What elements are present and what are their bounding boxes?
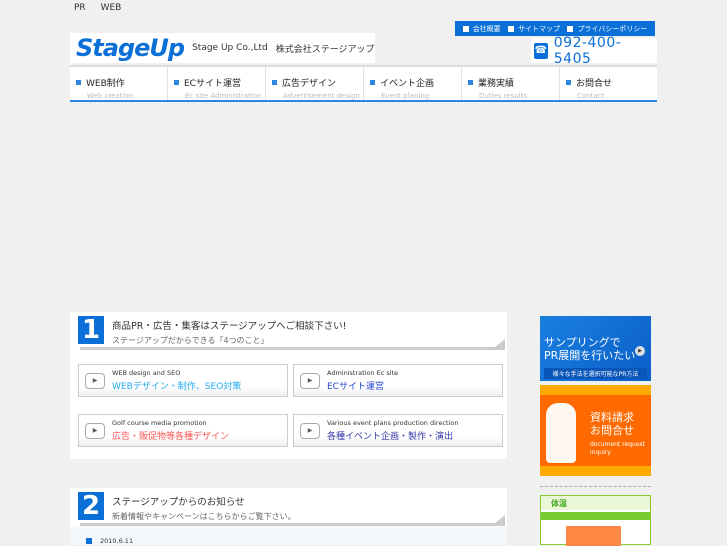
util-company[interactable]: 会社概要 — [462, 24, 501, 34]
util-privacy[interactable]: プライバシーポリシー — [567, 24, 647, 34]
bullet-icon — [508, 25, 515, 32]
nav-event[interactable]: イベント企画 Event planing — [364, 67, 462, 100]
corner-decoration — [495, 515, 505, 523]
section-number: 1 — [78, 316, 104, 344]
section-title: ステージアップからのお知らせ — [112, 497, 245, 508]
main-nav: WEB制作 Web creation ECサイト運営 Ec site Adminis… — [70, 65, 657, 102]
play-icon: ▶ — [300, 372, 320, 389]
nav-ad[interactable]: 広告デザイン Advertisement design — [266, 67, 364, 100]
section-news: 2 ステージアップからのお知らせ 新着情報やキャンペーンはこちらからご覧下さい。… — [70, 488, 507, 545]
link-web[interactable]: WEB — [101, 3, 122, 13]
nav-ec[interactable]: ECサイト運営 Ec site Administration — [168, 67, 266, 100]
section-title: 商品PR・広告・集客はステージアップへご相談下さい! — [112, 321, 347, 332]
section-services: 1 商品PR・広告・集客はステージアップへご相談下さい! ステージアップだからで… — [70, 312, 507, 459]
bullet-icon — [462, 25, 469, 32]
banner-line: 資料請求 — [590, 411, 634, 424]
play-icon: ▶ — [300, 422, 320, 439]
service-card[interactable]: ▶ Administration Ec site ECサイト運営 — [293, 364, 503, 397]
banner-line: お問合せ — [590, 424, 634, 437]
divider — [540, 486, 651, 487]
banner-en: inquiry — [590, 449, 611, 456]
banner-en: document request — [590, 441, 645, 448]
bullet-icon — [76, 80, 81, 85]
section-number: 2 — [78, 492, 104, 520]
phone-icon: ☎ — [534, 42, 548, 59]
service-card[interactable]: ▶ WEB design and SEO WEBデザイン・制作、SEO対策 — [78, 364, 288, 397]
bullet-icon — [86, 537, 92, 544]
site-thumbnail[interactable]: 体温 — [540, 495, 651, 546]
bullet-icon — [566, 80, 571, 85]
thumb-title: 体温 — [541, 496, 650, 510]
news-item[interactable]: 2010.6.11 — [70, 526, 507, 545]
thumb-nav — [541, 512, 650, 520]
play-icon: ▶ — [85, 422, 105, 439]
top-links: PR WEB — [74, 3, 133, 13]
link-pr[interactable]: PR — [74, 3, 86, 13]
divider — [80, 523, 505, 526]
section-subtitle: 新着情報やキャンペーンはこちらからご覧下さい。 — [112, 512, 296, 521]
section-subtitle: ステージアップだからできる「4つのこと」 — [112, 336, 269, 345]
document-request-banner[interactable]: 資料請求 お問合せ document request inquiry — [540, 385, 651, 476]
sampling-banner[interactable]: サンプリングで PR展開を行いたい ▶ 様々な手法を選択可能なPR方法 — [540, 316, 651, 381]
company-jp: 株式会社ステージアップ — [275, 44, 375, 55]
nav-results[interactable]: 業務実績 Duties results — [462, 67, 560, 100]
logo-mark: StageUp — [76, 34, 185, 62]
nav-contact[interactable]: お問合せ Contact — [560, 67, 657, 100]
bullet-icon — [174, 80, 179, 85]
play-icon: ▶ — [635, 346, 645, 356]
corner-decoration — [495, 339, 505, 347]
nav-web[interactable]: WEB制作 Web creation — [70, 67, 168, 100]
divider — [80, 347, 505, 350]
phone: ☎ 092-400-5405 — [531, 35, 657, 67]
section-header: 2 ステージアップからのお知らせ 新着情報やキャンペーンはこちらからご覧下さい。 — [70, 488, 507, 526]
play-icon: ▶ — [85, 372, 105, 389]
banner-caption: 様々な手法を選択可能なPR方法 — [544, 368, 647, 379]
bullet-icon — [468, 80, 473, 85]
logo[interactable]: StageUp Stage Up Co.,Ltd 株式会社ステージアップ — [70, 33, 375, 63]
bullet-icon — [567, 25, 574, 32]
phone-number: 092-400-5405 — [553, 34, 622, 67]
banner-line: サンプリングで — [544, 336, 621, 349]
news-date: 2010.6.11 — [100, 536, 134, 545]
walking-person-icon — [546, 403, 576, 463]
company-en: Stage Up Co.,Ltd — [192, 43, 268, 53]
service-card[interactable]: ▶ Golf course media promotion 広告・販促物等各種デザイ… — [78, 414, 288, 447]
section-header: 1 商品PR・広告・集客はステージアップへご相談下さい! ステージアップだからで… — [70, 312, 507, 350]
thumb-image — [566, 526, 621, 546]
bullet-icon — [370, 80, 375, 85]
service-card[interactable]: ▶ Various event plans production directio… — [293, 414, 503, 447]
util-sitemap[interactable]: サイトマップ — [508, 24, 560, 34]
bullet-icon — [272, 80, 277, 85]
